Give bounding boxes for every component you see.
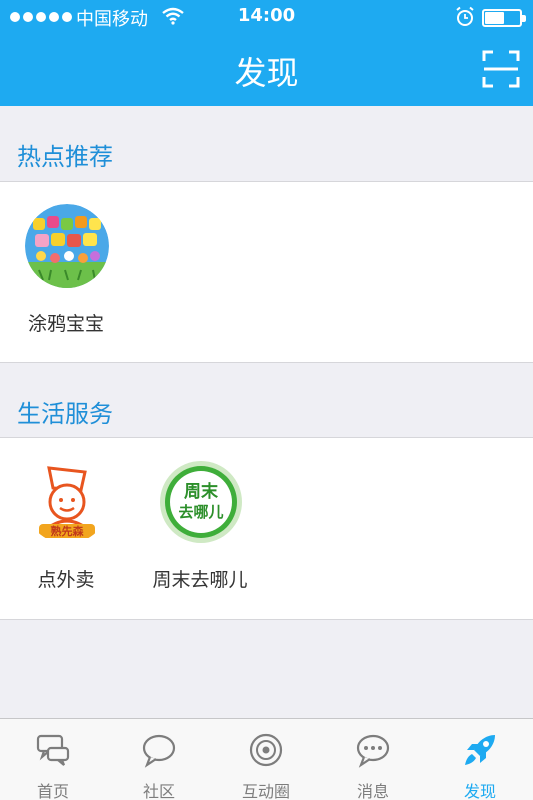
svg-text:周末: 周末	[184, 481, 219, 502]
tab-home[interactable]: 首页	[0, 719, 106, 800]
battery-level	[485, 12, 504, 24]
home-chat-icon	[36, 734, 70, 766]
tab-interaction-circle[interactable]: 互动圈	[213, 719, 319, 800]
tab-label: 首页	[36, 782, 69, 800]
section-title: 生活服务	[17, 400, 113, 428]
tab-messages[interactable]: 消息	[320, 719, 426, 800]
app-label: 涂鸦宝宝	[27, 313, 104, 335]
section-life-service-header: 生活服务	[0, 364, 533, 438]
app-label: 点外卖	[37, 569, 95, 591]
battery-icon	[482, 9, 526, 27]
alarm-icon	[456, 6, 474, 26]
app-label: 周末去哪儿	[152, 569, 248, 591]
section-hot-recommend-header: 热点推荐	[0, 107, 533, 181]
tab-label: 消息	[356, 782, 389, 800]
section-title: 热点推荐	[17, 143, 113, 171]
weekend-trip-icon: 周末 去哪儿	[160, 461, 242, 543]
tab-label: 社区	[142, 782, 175, 800]
speech-bubble-icon	[142, 734, 176, 768]
app-tile-takeout[interactable]: 熟先森 点外卖	[6, 438, 126, 598]
section-hot-recommend-panel: 涂鸦宝宝	[0, 181, 533, 363]
graffiti-baby-icon	[25, 204, 109, 288]
message-dots-icon	[356, 734, 390, 768]
status-time: 14:00	[237, 5, 296, 26]
app-tile-weekend-trip[interactable]: 周末 去哪儿 周末去哪儿	[140, 438, 260, 598]
tab-label: 发现	[463, 782, 496, 800]
tab-community[interactable]: 社区	[106, 719, 212, 800]
scan-icon[interactable]	[482, 50, 520, 88]
svg-text:熟先森: 熟先森	[51, 524, 85, 538]
app-tile-graffiti-baby[interactable]: 涂鸦宝宝	[6, 182, 126, 342]
takeout-chef-icon: 熟先森	[25, 460, 109, 544]
interaction-circle-icon	[249, 733, 283, 767]
tab-label: 互动圈	[241, 782, 290, 800]
status-bar: 中国移动 14:00	[0, 0, 533, 34]
tab-discover[interactable]: 发现	[427, 719, 533, 800]
section-life-service-panel: 熟先森 点外卖 周末 去哪儿 周末去哪儿	[0, 437, 533, 620]
svg-text:去哪儿: 去哪儿	[178, 503, 223, 521]
bottom-tab-bar: 首页 社区 互动圈 消息 发现	[0, 718, 533, 800]
rocket-icon	[465, 735, 495, 765]
top-header: 中国移动 14:00 发现	[0, 0, 533, 106]
page-title: 发现	[234, 54, 299, 92]
